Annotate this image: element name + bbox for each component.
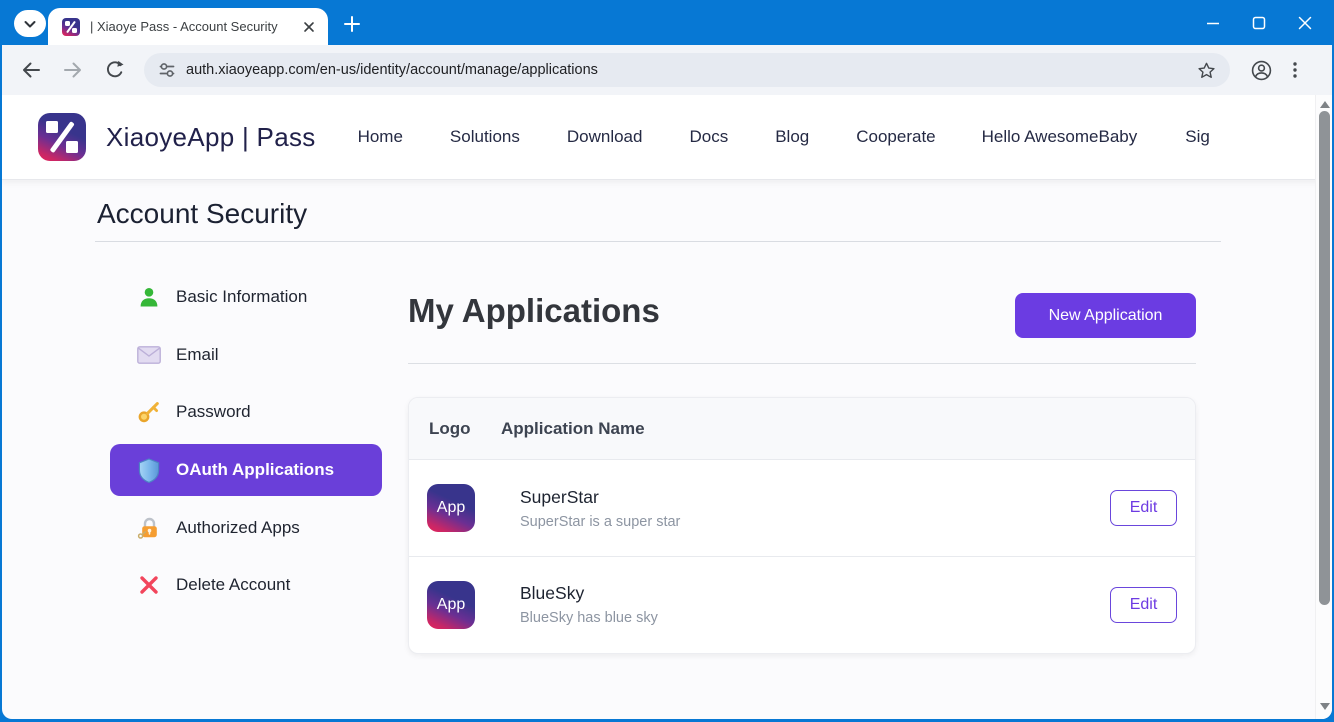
sidebar-item-label: Email [176,345,219,365]
nav-home[interactable]: Home [358,127,403,147]
nav-blog[interactable]: Blog [775,127,809,147]
key-icon [136,399,162,425]
window-minimize-button[interactable] [1190,0,1236,45]
sidebar-item-basic-information[interactable]: Basic Information [110,271,382,323]
tab-search-button[interactable] [14,10,46,37]
app-description: SuperStar is a super star [520,514,680,530]
table-header-row: Logo Application Name [409,398,1195,460]
back-button[interactable] [14,53,48,87]
section-title: My Applications [408,292,660,330]
column-header-logo: Logo [409,419,501,439]
nav-docs[interactable]: Docs [689,127,728,147]
page-scrollbar[interactable] [1315,95,1332,719]
page-content: XiaoyeApp | Pass Home Solutions Download… [2,95,1332,719]
url-bar[interactable]: auth.xiaoyeapp.com/en-us/identity/accoun… [144,53,1230,87]
site-favicon-icon [62,18,80,36]
star-icon [1196,60,1217,81]
sidebar-item-authorized-apps[interactable]: Authorized Apps [110,502,382,554]
url-text[interactable]: auth.xiaoyeapp.com/en-us/identity/accoun… [186,62,1192,78]
plus-icon [343,15,361,33]
profile-icon [1250,59,1273,82]
person-icon [136,284,162,310]
tab-title: | Xiaoye Pass - Account Security [90,19,294,34]
shield-icon [136,457,162,483]
xiaoyeapp-logo-icon[interactable] [38,113,86,161]
close-icon [1298,16,1312,30]
app-name: SuperStar [520,487,680,508]
sidebar-item-label: Delete Account [176,575,290,595]
signout-link[interactable]: Sig [1185,127,1210,147]
nav-download[interactable]: Download [567,127,643,147]
new-tab-button[interactable] [338,10,366,38]
title-divider [95,241,1221,242]
forward-arrow-icon [62,59,84,81]
sidebar-item-label: OAuth Applications [176,460,334,480]
browser-titlebar: | Xiaoye Pass - Account Security [0,0,1334,45]
nav-solutions[interactable]: Solutions [450,127,520,147]
applications-table: Logo Application Name App SuperStar Supe… [408,397,1196,654]
window-close-button[interactable] [1282,0,1328,45]
sidebar-item-label: Authorized Apps [176,518,300,538]
maximize-icon [1252,16,1266,30]
browser-tab[interactable]: | Xiaoye Pass - Account Security [48,8,328,45]
nav-cooperate[interactable]: Cooperate [856,127,935,147]
app-logo: App [427,484,475,532]
site-settings-icon[interactable] [158,61,176,79]
section-divider [408,363,1196,364]
scroll-up-button[interactable] [1316,97,1332,111]
brand-name[interactable]: XiaoyeApp | Pass [106,122,316,153]
envelope-icon [136,342,162,368]
window-maximize-button[interactable] [1236,0,1282,45]
page-title: Account Security [97,198,307,230]
scroll-down-button[interactable] [1316,699,1332,713]
app-info: SuperStar SuperStar is a super star [520,487,680,530]
table-row: App BlueSky BlueSky has blue sky Edit [409,556,1195,652]
sidebar-item-label: Basic Information [176,287,307,307]
minimize-icon [1206,16,1220,30]
toolbar-right [1244,53,1312,87]
app-info: BlueSky BlueSky has blue sky [520,583,658,626]
sidebar-item-email[interactable]: Email [110,329,382,381]
sidebar-item-password[interactable]: Password [110,386,382,438]
site-header: XiaoyeApp | Pass Home Solutions Download… [2,95,1332,180]
reload-button[interactable] [98,53,132,87]
edit-button[interactable]: Edit [1110,587,1177,623]
reload-icon [104,59,126,81]
app-name: BlueSky [520,583,658,604]
window-controls [1190,0,1328,45]
app-description: BlueSky has blue sky [520,610,658,626]
table-row: App SuperStar SuperStar is a super star … [409,460,1195,556]
scroll-up-arrow-icon [1320,101,1330,108]
user-greeting[interactable]: Hello AwesomeBaby [982,127,1138,147]
browser-menu-button[interactable] [1278,53,1312,87]
scroll-down-arrow-icon [1320,703,1330,710]
sidebar-item-oauth-applications[interactable]: OAuth Applications [110,444,382,496]
tab-close-icon[interactable] [300,18,318,36]
red-x-icon [136,572,162,598]
scrollbar-thumb[interactable] [1319,111,1330,605]
back-arrow-icon [20,59,42,81]
chevron-down-icon [20,14,40,34]
site-nav: Home Solutions Download Docs Blog Cooper… [358,127,936,147]
app-logo: App [427,581,475,629]
lock-with-key-icon [136,515,162,541]
new-application-button[interactable]: New Application [1015,293,1196,338]
browser-toolbar: auth.xiaoyeapp.com/en-us/identity/accoun… [2,45,1332,95]
edit-button[interactable]: Edit [1110,490,1177,526]
sidebar-item-label: Password [176,402,251,422]
column-header-application-name: Application Name [501,419,645,439]
kebab-menu-icon [1285,60,1305,80]
forward-button[interactable] [56,53,90,87]
sidebar-item-delete-account[interactable]: Delete Account [110,559,382,611]
bookmark-star-button[interactable] [1192,56,1220,84]
profile-button[interactable] [1244,53,1278,87]
